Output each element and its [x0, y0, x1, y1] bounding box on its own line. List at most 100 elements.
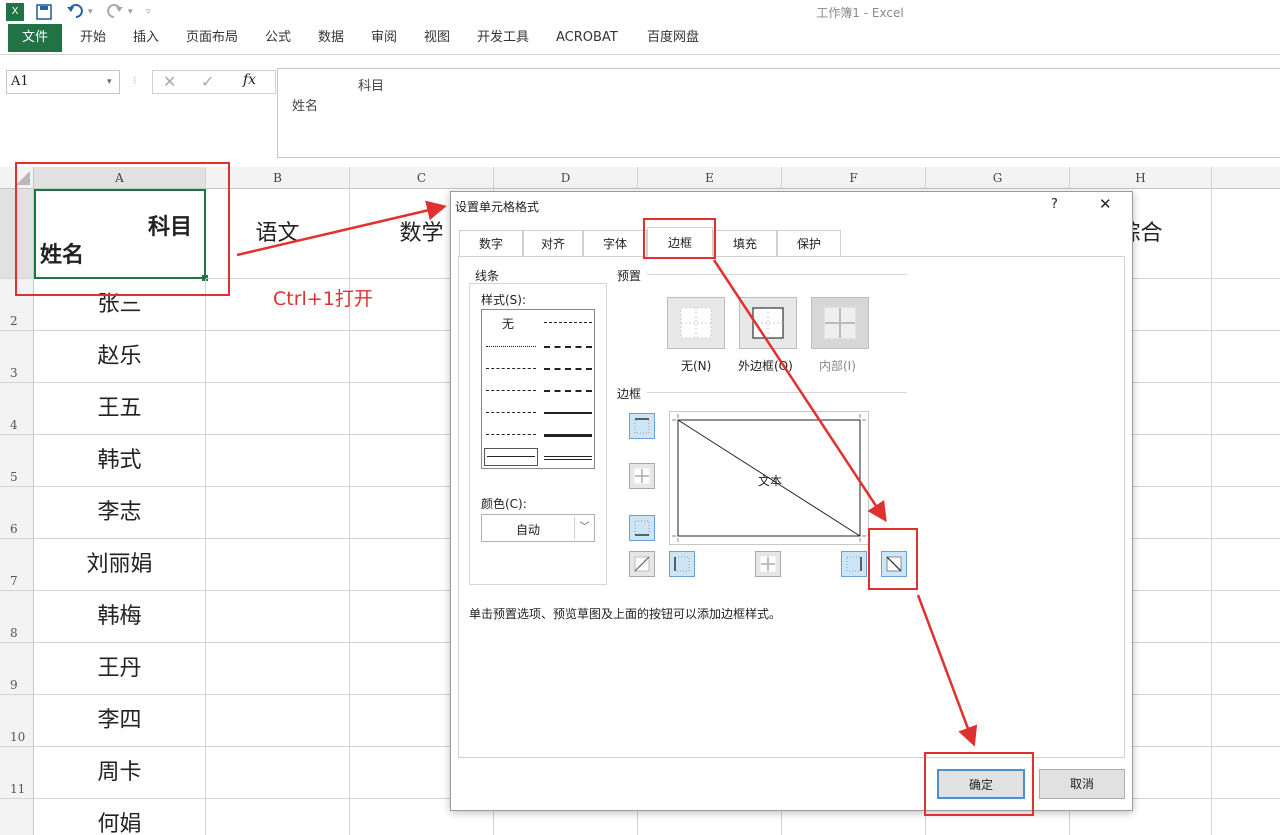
color-dropdown[interactable]: 自动 ﹀: [481, 514, 595, 542]
border-bottom-button[interactable]: [629, 515, 655, 541]
empty-cell[interactable]: [1212, 643, 1280, 695]
line-style-dash-dot-dot[interactable]: [544, 322, 592, 323]
empty-cell[interactable]: [1212, 747, 1280, 799]
row-header[interactable]: 9: [0, 643, 34, 695]
name-cell[interactable]: 赵乐: [34, 331, 206, 383]
column-header-c[interactable]: C: [350, 167, 494, 189]
name-cell[interactable]: 王丹: [34, 643, 206, 695]
undo-icon[interactable]: [66, 2, 84, 22]
cell-a1[interactable]: 科目 姓名: [34, 189, 208, 281]
formula-input[interactable]: 科目 姓名: [277, 68, 1280, 158]
chevron-down-icon[interactable]: ﹀: [574, 517, 594, 539]
select-all-corner[interactable]: [0, 167, 34, 189]
name-cell[interactable]: 李志: [34, 487, 206, 539]
fx-icon[interactable]: fx: [243, 72, 256, 88]
line-style-thick[interactable]: [544, 434, 592, 437]
help-icon[interactable]: ?: [1051, 197, 1058, 212]
border-inside-vertical-button[interactable]: [755, 551, 781, 577]
redo-icon[interactable]: [106, 2, 124, 22]
name-cell[interactable]: 何娟: [34, 799, 206, 835]
empty-cell[interactable]: [206, 331, 350, 383]
customize-icon[interactable]: ▿: [146, 2, 151, 22]
border-inside-horizontal-button[interactable]: [629, 463, 655, 489]
line-style-medium[interactable]: [544, 412, 592, 414]
row-header[interactable]: 10: [0, 695, 34, 747]
name-cell[interactable]: 刘丽娟: [34, 539, 206, 591]
tab-view[interactable]: 视图: [424, 24, 450, 52]
column-header-next[interactable]: [1212, 167, 1280, 189]
column-header-e[interactable]: E: [638, 167, 782, 189]
close-icon[interactable]: ✕: [1099, 195, 1112, 213]
line-style-dash-dot[interactable]: [486, 412, 536, 413]
cancel-icon[interactable]: ✕: [163, 72, 176, 91]
column-header-g[interactable]: G: [926, 167, 1070, 189]
column-header-h[interactable]: H: [1070, 167, 1212, 189]
line-style-list[interactable]: 无: [481, 309, 595, 469]
border-top-button[interactable]: [629, 413, 655, 439]
tab-baidu-netdisk[interactable]: 百度网盘: [647, 24, 699, 52]
empty-cell[interactable]: [206, 539, 350, 591]
row-header[interactable]: 4: [0, 383, 34, 435]
border-diagonal-down-button[interactable]: [881, 551, 907, 577]
empty-cell[interactable]: [206, 383, 350, 435]
line-style-hair[interactable]: [486, 346, 536, 347]
empty-cell[interactable]: [1212, 279, 1280, 331]
empty-cell[interactable]: [1212, 383, 1280, 435]
tab-insert[interactable]: 插入: [133, 24, 159, 52]
ok-button[interactable]: 确定: [937, 769, 1025, 799]
tab-fill[interactable]: 填充: [713, 230, 777, 256]
line-style-dashed[interactable]: [486, 434, 536, 435]
empty-cell[interactable]: [206, 487, 350, 539]
row-header[interactable]: 6: [0, 487, 34, 539]
name-cell[interactable]: 张三: [34, 279, 206, 331]
empty-cell[interactable]: [1212, 591, 1280, 643]
empty-cell[interactable]: [1212, 435, 1280, 487]
row-header[interactable]: 2: [0, 279, 34, 331]
tab-protection[interactable]: 保护: [777, 230, 841, 256]
empty-cell[interactable]: [206, 435, 350, 487]
tab-formulas[interactable]: 公式: [265, 24, 291, 52]
row-header[interactable]: 7: [0, 539, 34, 591]
name-cell[interactable]: 韩式: [34, 435, 206, 487]
border-preview[interactable]: 文本: [669, 411, 869, 545]
tab-border[interactable]: 边框: [647, 227, 713, 257]
empty-cell[interactable]: [206, 695, 350, 747]
name-cell[interactable]: 王五: [34, 383, 206, 435]
empty-cell[interactable]: [206, 591, 350, 643]
tab-data[interactable]: 数据: [318, 24, 344, 52]
row-header[interactable]: 3: [0, 331, 34, 383]
tab-file[interactable]: 文件: [8, 24, 63, 52]
line-style-slant-dash-dot[interactable]: [544, 368, 592, 370]
cancel-button[interactable]: 取消: [1039, 769, 1125, 799]
empty-cell[interactable]: [1212, 539, 1280, 591]
row-header-1[interactable]: [0, 189, 34, 279]
column-header-d[interactable]: D: [494, 167, 638, 189]
line-style-dotted[interactable]: [486, 368, 536, 369]
line-style-double[interactable]: [544, 456, 592, 460]
line-style-medium-dashed[interactable]: [544, 390, 592, 392]
empty-cell[interactable]: [1212, 695, 1280, 747]
row-header[interactable]: 8: [0, 591, 34, 643]
column-header-a[interactable]: A: [34, 167, 206, 189]
empty-cell[interactable]: [1212, 487, 1280, 539]
border-right-button[interactable]: [841, 551, 867, 577]
line-style-medium-dash-dot-dot[interactable]: [544, 346, 592, 348]
enter-icon[interactable]: ✓: [201, 72, 214, 91]
border-diagonal-up-button[interactable]: [629, 551, 655, 577]
tab-review[interactable]: 审阅: [371, 24, 397, 52]
line-style-dash-dot-dot-thin[interactable]: [486, 390, 536, 391]
line-style-thin-selected[interactable]: [484, 448, 538, 466]
empty-cell[interactable]: [206, 799, 350, 835]
row-header[interactable]: 11: [0, 747, 34, 799]
preset-outline-button[interactable]: [739, 297, 797, 349]
redo-dropdown-icon[interactable]: ▾: [128, 2, 133, 22]
border-left-button[interactable]: [669, 551, 695, 577]
tab-developer[interactable]: 开发工具: [477, 24, 529, 52]
tab-page-layout[interactable]: 页面布局: [186, 24, 238, 52]
cell-b1[interactable]: 语文: [206, 189, 350, 279]
column-header-b[interactable]: B: [206, 167, 350, 189]
name-cell[interactable]: 周卡: [34, 747, 206, 799]
save-icon[interactable]: [36, 2, 52, 22]
name-cell[interactable]: 李四: [34, 695, 206, 747]
empty-cell[interactable]: [206, 747, 350, 799]
